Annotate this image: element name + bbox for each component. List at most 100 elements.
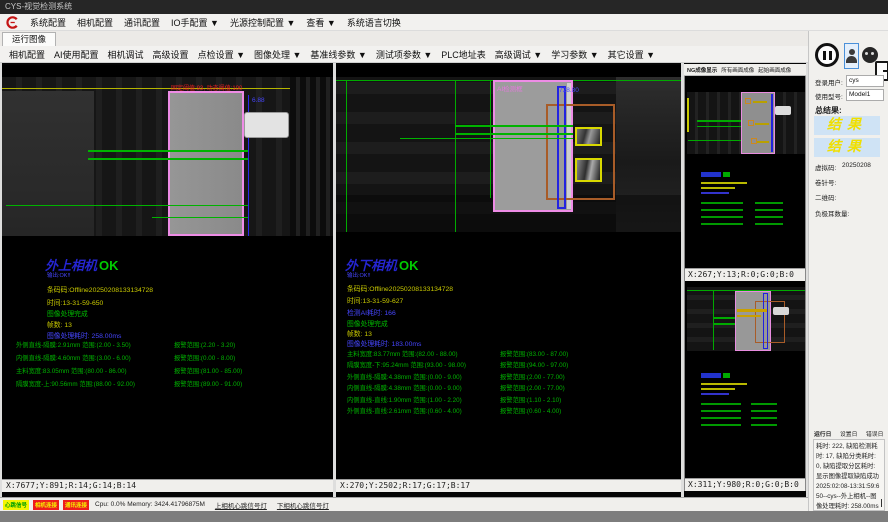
thumb-tab-start-images[interactable]: 起始画面成像 <box>758 66 791 74</box>
measure-line-green <box>6 205 248 206</box>
mini-text-line <box>755 202 783 204</box>
model-value[interactable]: Model1 <box>846 89 884 101</box>
measurement-value: 主料宽度:83.05mm 范围:(80.00 - 86.00) <box>16 366 127 375</box>
measurement-value: 主料宽度:83.77mm 范围:(82.00 - 88.00) <box>347 349 458 358</box>
menu-item-comm-config[interactable]: 通讯配置 <box>124 16 160 29</box>
toolbar-item-image-processing[interactable]: 图像处理 ▼ <box>254 48 301 61</box>
menu-item-io-config[interactable]: IO手配置 ▼ <box>171 16 219 29</box>
mini-annotation-text <box>757 141 769 143</box>
mini-text-line <box>701 223 743 225</box>
measurement-row: 隔膜宽度-上:90.56mm 范围:(88.00 - 92.00) 报警范围:(… <box>16 379 326 389</box>
toolbar-item-test-params[interactable]: 测试项参数 ▼ <box>376 48 432 61</box>
mini-text-line <box>751 417 777 419</box>
log-output[interactable]: 耗时: 222, 缺陷检测耗时: 17, 缺陷分类耗时: 0, 缺陷提取分区耗时… <box>813 439 885 511</box>
measurement-row: 外侧直线-隔膜:2.91mm 范围:(2.00 - 3.50) 报警范围:(2.… <box>16 340 326 350</box>
menu-item-camera-config[interactable]: 相机配置 <box>77 16 113 29</box>
reference-line-green <box>490 80 491 198</box>
frame-count-text: 帧数: 13 <box>47 319 72 329</box>
measurement-value: 隔膜宽度-下:95.24mm 范围:(93.00 - 98.00) <box>347 360 466 369</box>
camera-output-text: 输出:OK!! <box>347 271 371 279</box>
thumbnail-panel-upper[interactable]: X:267;Y:13;R:0;G:0;B:0 <box>684 76 806 281</box>
robot-icon <box>871 52 874 55</box>
measure-line-green <box>455 133 573 135</box>
toolbar-item-spot-check[interactable]: 点检设置 ▼ <box>198 48 245 61</box>
toolbar-item-ai-config[interactable]: AI使用配置 <box>54 48 99 61</box>
mini-text-line <box>751 424 777 426</box>
toolbar-item-learning-params[interactable]: 学习参数 ▼ <box>551 48 598 61</box>
mini-text-line <box>701 388 735 390</box>
thumbnail-panel-lower[interactable]: X:311;Y:980;R:0;G:0;B:0 <box>684 281 806 491</box>
heartbeat-status-badge: 心跳信号 <box>3 500 29 510</box>
threshold-overlay-text: 固定阈值:93, 动态阈值:100 <box>171 83 242 92</box>
menu-item-system-config[interactable]: 系统配置 <box>30 16 66 29</box>
reference-line-green <box>346 80 347 232</box>
total-result-label: 总结果: <box>815 105 842 116</box>
toolbar-item-advanced-debug[interactable]: 高级调试 ▼ <box>495 48 542 61</box>
mini-annotation-text <box>755 123 769 125</box>
measurement-alarm: 报警范围:(2.00 - 77.00) <box>500 383 565 392</box>
control-panel: 登录用户: cys 使用型号: Model1 总结果: 结果 结果 虚拟码: 2… <box>808 31 888 511</box>
login-user-value[interactable]: cys <box>846 75 884 87</box>
camera-image-upper[interactable]: 固定阈值:93, 动态阈值:100 6.88 <box>2 77 333 236</box>
product-region-overlay <box>168 91 244 236</box>
reference-line-green <box>455 80 456 232</box>
tab-detect-box-yellow <box>575 158 602 182</box>
menu-item-light-config[interactable]: 光源控制配置 ▼ <box>230 16 295 29</box>
toolbar-item-plc-address[interactable]: PLC地址表 <box>441 48 486 61</box>
result-display-primary: 结果 <box>814 116 880 135</box>
pixel-readout-thumb-upper: X:267;Y:13;R:0;G:0;B:0 <box>685 268 805 281</box>
menu-item-language-switch[interactable]: 系统语言切换 <box>347 16 401 29</box>
window-title: CYS-视觉检测系统 <box>5 2 72 11</box>
measurement-row: 外侧直线-隔膜:4.38mm 范围:(0.00 - 9.00) 报警范围:(2.… <box>347 372 667 381</box>
neg-tab-count-label: 负极耳数量: <box>815 208 849 218</box>
mini-measure-box-blue <box>763 293 768 349</box>
operator-button[interactable] <box>844 43 859 69</box>
mini-camera-title <box>701 373 721 378</box>
toolbar-item-baseline-params[interactable]: 基准线参数 ▼ <box>310 48 366 61</box>
mini-text-line <box>701 202 743 204</box>
toolbar-item-camera-debug[interactable]: 相机调试 <box>108 48 144 61</box>
login-user-label: 登录用户: <box>815 77 843 87</box>
measure-value-overlay: 6.88 <box>252 97 265 104</box>
menu-item-view[interactable]: 查看 ▼ <box>306 16 335 29</box>
toolbar-item-other-settings[interactable]: 其它设置 ▼ <box>608 48 655 61</box>
mini-text-line <box>755 223 783 225</box>
measurement-row: 主料宽度:83.05mm 范围:(80.00 - 86.00) 报警范围:(81… <box>16 366 326 376</box>
measurement-row: 外侧直线-直线:2.61mm 范围:(0.60 - 4.00) 报警范围:(0.… <box>347 406 667 415</box>
mini-ok-chip <box>723 172 730 177</box>
measure-line-green <box>400 138 573 139</box>
mini-text-line <box>701 192 729 194</box>
pause-icon <box>823 51 826 60</box>
mini-measure-line <box>713 323 735 325</box>
mini-connector-tab <box>773 307 789 315</box>
menu-bar: 系统配置 相机配置 通讯配置 IO手配置 ▼ 光源控制配置 ▼ 查看 ▼ 系统语… <box>0 14 888 31</box>
thumb-tab-all-images[interactable]: 所有画面成像 <box>721 66 754 74</box>
measurement-alarm: 报警范围:(1.10 - 2.10) <box>500 395 561 404</box>
toolbar-item-advanced-settings[interactable]: 高级设置 <box>153 48 189 61</box>
measurement-value: 内侧直线-隔膜:4.38mm 范围:(0.00 - 9.00) <box>347 383 462 392</box>
measurement-alarm: 报警范围:(0.60 - 4.00) <box>500 406 561 415</box>
measure-value-overlay: 728.80 <box>559 87 579 94</box>
mini-camera-title <box>701 172 721 177</box>
status-bar: 心跳信号 相机连接 通讯连接 Cpu: 0.0% Memory: 3424.41… <box>0 497 808 511</box>
pixel-readout-thumb-lower: X:311;Y:980;R:0;G:0;B:0 <box>685 478 805 491</box>
tab-run-image[interactable]: 运行图像 <box>2 32 56 46</box>
toolbar-item-camera-config[interactable]: 相机配置 <box>9 48 45 61</box>
thumb-tab-ng-display[interactable]: NG成像显示 <box>687 66 717 74</box>
mini-text-line <box>701 403 741 405</box>
camera-image-lower[interactable]: AI检测框 728.80 <box>336 77 681 232</box>
pause-button[interactable] <box>815 43 839 67</box>
pixel-readout-upper: X:7677;Y:891;R:14;G:14;B:14 <box>2 479 333 492</box>
thumbnail-tabbar: NG成像显示 所有画面成像 起始画面成像 <box>684 64 806 76</box>
barcode-text: 条码码:Offline20250208133134728 <box>47 284 153 294</box>
mini-defect-marker <box>745 98 751 104</box>
measurement-alarm: 报警范围:(89.00 - 91.00) <box>174 379 242 388</box>
measure-line-green <box>88 158 248 160</box>
mini-text-line <box>751 403 777 405</box>
upper-camera-heartbeat-lamp: 上相机心跳信号灯 <box>215 500 267 510</box>
ai-box-label: AI检测框 <box>497 83 523 93</box>
measurement-alarm: 报警范围:(0.00 - 8.00) <box>174 353 235 362</box>
pause-icon <box>829 51 832 60</box>
mini-measure-line-blue <box>771 94 773 152</box>
toolbar: 相机配置 AI使用配置 相机调试 高级设置 点检设置 ▼ 图像处理 ▼ 基准线参… <box>0 46 808 63</box>
